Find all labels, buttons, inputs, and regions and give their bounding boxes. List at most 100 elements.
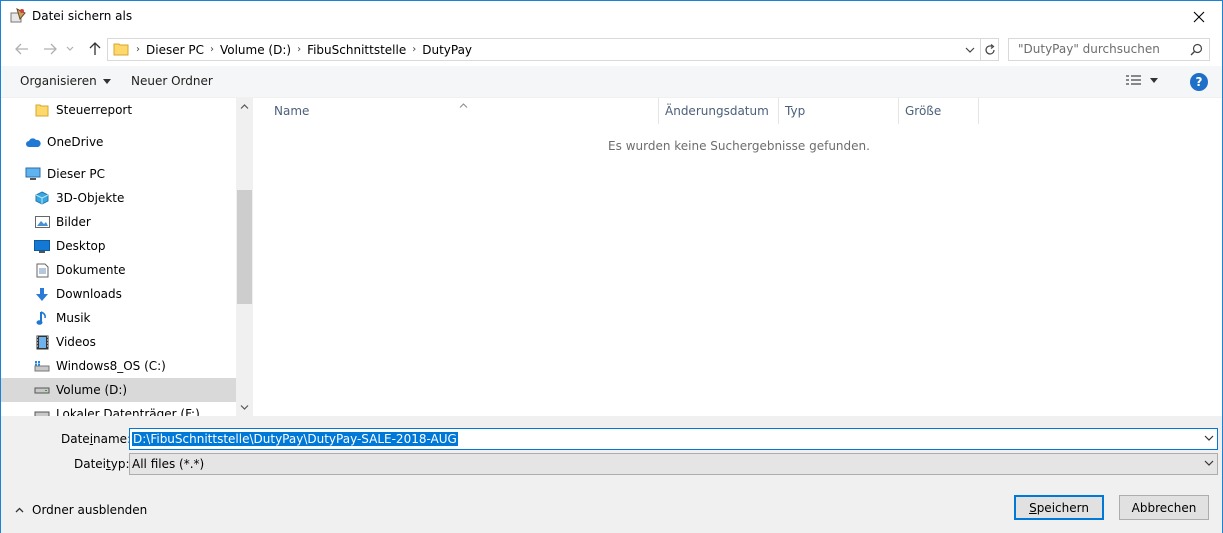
filetype-label: Dateityp: — [74, 457, 130, 471]
window-title: Datei sichern als — [32, 9, 133, 23]
address-bar[interactable]: › Dieser PC › Volume (D:) › FibuSchnitts… — [107, 38, 999, 61]
scroll-thumb[interactable] — [237, 190, 252, 304]
change-view-button[interactable] — [1126, 74, 1158, 86]
scroll-up-button[interactable] — [236, 98, 253, 115]
breadcrumb-fibuschnittstelle[interactable]: FibuSchnittstelle — [303, 43, 410, 57]
filetype-label-part: yp: — [110, 457, 130, 471]
drive-c-icon — [34, 358, 50, 374]
nav-item-videos[interactable]: Videos — [1, 330, 236, 354]
column-name[interactable]: Name — [268, 98, 659, 124]
close-button[interactable] — [1176, 1, 1222, 32]
search-placeholder: "DutyPay" durchsuchen — [1018, 42, 1160, 56]
nav-item-label: Steuerreport — [56, 103, 133, 117]
breadcrumb-separator: › — [412, 44, 417, 55]
nav-item-label: Musik — [56, 311, 91, 325]
forward-button[interactable] — [39, 38, 61, 60]
filetype-dropdown-button[interactable] — [1204, 456, 1214, 473]
file-list: Name Änderungsdatum Typ Größe Es wurden … — [253, 98, 1222, 416]
breadcrumb-separator: › — [136, 44, 140, 55]
chevron-up-icon — [15, 507, 24, 513]
save-form: Dateiname: D:\FibuSchnittstelle\DutyPay\… — [1, 416, 1222, 533]
nav-item-windows8-os-c[interactable]: Windows8_OS (C:) — [1, 354, 236, 378]
nav-item-downloads[interactable]: Downloads — [1, 282, 236, 306]
caret-down-icon — [1150, 77, 1158, 83]
arrow-up-icon — [89, 42, 101, 55]
nav-item-3d-objects[interactable]: 3D-Objekte — [1, 186, 236, 210]
chevron-down-icon — [66, 46, 74, 51]
nav-item-label: Desktop — [56, 239, 106, 253]
filename-label-part: name: — [93, 432, 132, 446]
pc-icon — [25, 166, 41, 182]
recent-locations-button[interactable] — [62, 38, 78, 60]
nav-item-steuerreport[interactable]: Steuerreport — [1, 98, 236, 122]
empty-message: Es wurden keine Suchergebnisse gefunden. — [608, 139, 870, 153]
back-button[interactable] — [11, 38, 33, 60]
pictures-icon — [34, 214, 50, 230]
up-button[interactable] — [84, 38, 106, 60]
save-dialog: Datei sichern als › Dieser PC › Volume (… — [0, 0, 1223, 533]
nav-item-pictures[interactable]: Bilder — [1, 210, 236, 234]
details-view-icon — [1126, 75, 1141, 85]
filename-value: D:\FibuSchnittstelle\DutyPay\DutyPay-SAL… — [132, 432, 458, 446]
nav-item-this-pc[interactable]: Dieser PC — [1, 162, 236, 186]
app-icon — [9, 7, 27, 25]
chevron-down-icon — [965, 47, 975, 53]
drive-icon — [34, 382, 50, 398]
breadcrumb-dutypay[interactable]: DutyPay — [418, 43, 476, 57]
breadcrumb-volume-d[interactable]: Volume (D:) — [216, 43, 295, 57]
scroll-down-button[interactable] — [236, 399, 253, 416]
chevron-down-icon — [240, 405, 249, 410]
help-button[interactable]: ? — [1190, 73, 1208, 91]
navigation-row: › Dieser PC › Volume (D:) › FibuSchnitts… — [1, 32, 1222, 66]
nav-item-label: Bilder — [56, 215, 91, 229]
folder-icon — [113, 42, 129, 59]
folder-icon — [34, 102, 50, 118]
new-folder-button[interactable]: Neuer Ordner — [131, 74, 213, 88]
nav-item-local-disk-f[interactable]: Lokaler Datenträger (F:) — [1, 402, 236, 416]
cube-icon — [34, 190, 50, 206]
search-input[interactable]: "DutyPay" durchsuchen — [1008, 38, 1210, 61]
refresh-button[interactable] — [980, 39, 999, 60]
column-type[interactable]: Typ — [779, 98, 899, 124]
filename-dropdown-button[interactable] — [1204, 431, 1214, 448]
cancel-button[interactable]: Abbrechen — [1119, 495, 1209, 520]
nav-item-volume-d[interactable]: Volume (D:) — [1, 378, 236, 402]
chevron-down-icon — [1204, 460, 1214, 466]
breadcrumb: › Dieser PC › Volume (D:) › FibuSchnitts… — [134, 39, 476, 60]
organize-label: Organisieren — [20, 74, 97, 88]
filetype-select[interactable]: All files (*.*) — [129, 453, 1218, 475]
refresh-icon — [985, 43, 995, 55]
hide-folders-button[interactable]: Ordner ausblenden — [15, 503, 147, 517]
breadcrumb-this-pc[interactable]: Dieser PC — [142, 43, 208, 57]
music-icon — [34, 310, 50, 326]
save-button[interactable]: Speichern — [1014, 495, 1104, 520]
close-icon — [1193, 11, 1205, 22]
address-dropdown-button[interactable] — [960, 39, 980, 60]
drive-icon — [34, 406, 50, 416]
nav-item-onedrive[interactable]: OneDrive — [1, 130, 236, 154]
nav-scrollbar[interactable] — [236, 98, 253, 416]
organize-button[interactable]: Organisieren — [20, 74, 111, 88]
filename-label: Dateiname: — [61, 432, 131, 446]
command-toolbar: Organisieren Neuer Ordner ? — [1, 66, 1222, 98]
nav-item-label: Windows8_OS (C:) — [56, 359, 166, 373]
nav-item-label: 3D-Objekte — [56, 191, 125, 205]
title-bar: Datei sichern als — [1, 1, 1222, 32]
arrow-left-icon — [15, 43, 28, 55]
hide-folders-label: Ordner ausblenden — [32, 503, 148, 517]
nav-item-label: Downloads — [56, 287, 122, 301]
download-icon — [34, 286, 50, 302]
nav-item-desktop[interactable]: Desktop — [1, 234, 236, 258]
documents-icon — [34, 262, 50, 278]
column-size[interactable]: Größe — [899, 98, 979, 124]
filename-label-part: Date — [61, 432, 90, 446]
nav-item-music[interactable]: Musik — [1, 306, 236, 330]
filename-field[interactable]: D:\FibuSchnittstelle\DutyPay\DutyPay-SAL… — [129, 428, 1218, 450]
nav-item-documents[interactable]: Dokumente — [1, 258, 236, 282]
navigation-pane: Steuerreport OneDrive Dieser PC 3D-Objek… — [1, 98, 253, 416]
breadcrumb-separator: › — [209, 44, 214, 55]
save-label-accelerator: S — [1029, 500, 1037, 515]
nav-item-label: OneDrive — [47, 135, 104, 149]
column-modified-date[interactable]: Änderungsdatum — [659, 98, 779, 124]
filetype-label-part: Datei — [74, 457, 107, 471]
